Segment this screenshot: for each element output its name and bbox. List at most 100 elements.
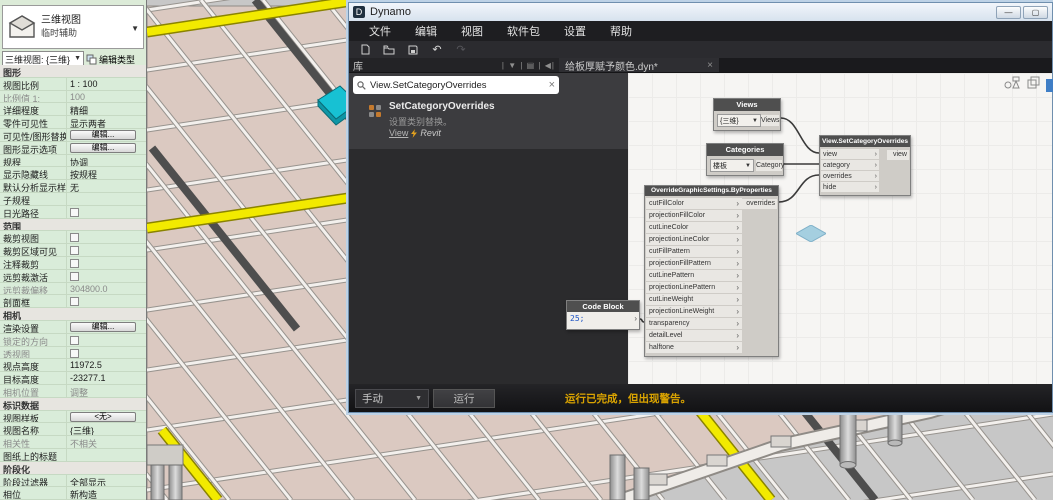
type-selector[interactable]: 三维视图 临时辅助 ▼ [2,5,144,49]
new-file-icon[interactable] [359,44,371,56]
property-value[interactable]: ^ [67,257,146,269]
property-row[interactable]: 裁剪区域可见 ^ [0,244,146,257]
menu-item[interactable]: 视图 [449,23,495,39]
property-value[interactable]: 按规程 按规程 ^ [67,167,146,179]
property-value[interactable]: -23277.1 -23277.1 ^ [67,372,146,384]
save-file-icon[interactable] [407,44,419,56]
library-filter-icon[interactable]: | ▼ [502,61,520,70]
property-value[interactable]: ^ [67,295,146,307]
property-row[interactable]: 默认分析显示样式 无 无 ^ [0,180,146,193]
property-row[interactable]: 剖面框 ^ [0,295,146,308]
tab-close-icon[interactable]: × [707,60,713,71]
views-dropdown[interactable]: {三维}▼ [717,114,761,127]
property-row[interactable]: 渲染设置 编辑... 编辑... ^ [0,321,146,334]
property-value[interactable]: ^ [67,334,146,346]
output-port[interactable]: Views [761,115,779,126]
checkbox[interactable] [70,208,79,217]
property-value[interactable]: ^ [67,244,146,256]
node-views[interactable]: Views {三维}▼ Views [713,98,781,131]
property-value[interactable]: 精细 精细 ^ [67,103,146,115]
result-group[interactable]: View [389,128,408,138]
menu-item[interactable]: 文件 [357,23,403,39]
code-block-code[interactable]: 25; [570,314,584,323]
input-port[interactable]: projectionFillColor› [646,210,742,221]
node-title[interactable]: OverrideGraphicSettings.ByProperties [645,186,778,196]
checkbox[interactable] [70,246,79,255]
output-port[interactable]: Category [756,160,782,171]
checkbox[interactable] [70,297,79,306]
input-port[interactable]: cutFillPattern› [646,246,742,257]
property-row[interactable]: 范围 ^ [0,219,146,232]
library-search[interactable]: × [353,76,559,94]
input-port[interactable]: projectionLinePattern› [646,282,742,293]
property-value[interactable]: 304800.0 304800.0 ^ [67,283,146,295]
checkbox[interactable] [70,259,79,268]
checkbox[interactable] [70,349,79,358]
checkbox[interactable] [70,272,79,281]
input-port[interactable]: overrides› [821,171,879,181]
property-row[interactable]: 远剪裁激活 ^ [0,270,146,283]
input-port[interactable]: cutFillColor› [646,198,742,209]
property-row[interactable]: 图形显示选项 编辑... 编辑... ^ [0,142,146,155]
property-value[interactable]: 不相关 不相关 ^ [67,436,146,448]
property-edit-button[interactable]: 编辑... [70,130,136,140]
node-code-block[interactable]: Code Block 25; › [566,300,640,330]
property-value[interactable]: 无 无 ^ [67,180,146,192]
property-value[interactable]: ^ [67,270,146,282]
output-port[interactable]: › [634,314,637,323]
property-row[interactable]: 目标高度 -23277.1 -23277.1 ^ [0,372,146,385]
property-row[interactable]: 视图比例 1 : 100 1 : 100 ^ [0,78,146,91]
menu-item[interactable]: 软件包 [495,23,552,39]
output-port[interactable]: view [887,150,909,160]
property-value[interactable]: ^ [67,347,146,359]
checkbox[interactable] [70,233,79,242]
open-file-icon[interactable] [383,44,395,56]
input-port[interactable]: projectionLineWeight› [646,306,742,317]
node-title[interactable]: View.SetCategoryOverrides [820,136,910,147]
property-value[interactable]: 编辑... 编辑... ^ [67,142,146,154]
property-row[interactable]: 比例值 1: 100 100 ^ [0,91,146,104]
geometry-preview-icon[interactable] [1004,76,1021,94]
property-value[interactable]: ^ [67,231,146,243]
library-collapse-icon[interactable]: | ◀| [538,61,555,70]
property-row[interactable]: 视点高度 11972.5 11972.5 ^ [0,359,146,372]
property-row[interactable]: 显示隐藏线 按规程 按规程 ^ [0,167,146,180]
property-value[interactable]: 调整 调整 ^ [67,385,146,397]
property-row[interactable]: 透视图 ^ [0,347,146,360]
property-value[interactable]: 协调 协调 ^ [67,155,146,167]
chevron-down-icon[interactable]: ▼ [131,24,139,33]
node-override-graphic-settings[interactable]: OverrideGraphicSettings.ByProperties cut… [644,185,779,357]
property-row[interactable]: 相机 ^ [0,308,146,321]
maximize-button[interactable]: ▢ [1023,6,1048,19]
property-row[interactable]: 标识数据 ^ [0,398,146,411]
input-port[interactable]: detailLevel› [646,330,742,341]
input-port[interactable]: category› [821,160,879,170]
input-port[interactable]: projectionFillPattern› [646,258,742,269]
property-row[interactable]: 日光路径 ^ [0,206,146,219]
node-categories[interactable]: Categories 楼板▼ Category [706,143,784,176]
property-row[interactable]: 视图样板 <无> <无> ^ [0,411,146,424]
search-result-item[interactable]: SetCategoryOverrides 设置类别替换。 View Revit [349,99,628,149]
property-row[interactable]: 规程 协调 协调 ^ [0,155,146,168]
input-port[interactable]: halftone› [646,342,742,353]
property-row[interactable]: 相机位置 调整 调整 ^ [0,385,146,398]
property-value[interactable]: 全部显示 全部显示 ^ [67,475,146,487]
property-edit-button[interactable]: <无> [70,412,136,422]
node-title[interactable]: Views [714,99,780,111]
property-value[interactable]: ^ [67,206,146,218]
property-value[interactable]: ^ [67,193,146,205]
property-row[interactable]: 零件可见性 显示两者 显示两者 ^ [0,116,146,129]
property-row[interactable]: 阶段过滤器 全部显示 全部显示 ^ [0,475,146,488]
library-layout-icon[interactable]: | ▤ [520,61,538,70]
menu-item[interactable]: 编辑 [403,23,449,39]
workspace-tab[interactable]: 给板厚赋予颜色.dyn* × [559,58,719,72]
property-value[interactable]: 11972.5 11972.5 ^ [67,359,146,371]
property-row[interactable]: 详细程度 精细 精细 ^ [0,103,146,116]
property-value[interactable]: 编辑... 编辑... ^ [67,321,146,333]
input-port[interactable]: cutLineWeight› [646,294,742,305]
dynamo-titlebar[interactable]: D Dynamo — ▢ [349,3,1052,21]
property-row[interactable]: 图纸上的标题 ^ [0,449,146,462]
run-mode-select[interactable]: 手动▼ [355,389,429,408]
property-value[interactable]: {三维} {三维} ^ [67,423,146,435]
property-row[interactable]: 图形 ^ [0,65,146,78]
